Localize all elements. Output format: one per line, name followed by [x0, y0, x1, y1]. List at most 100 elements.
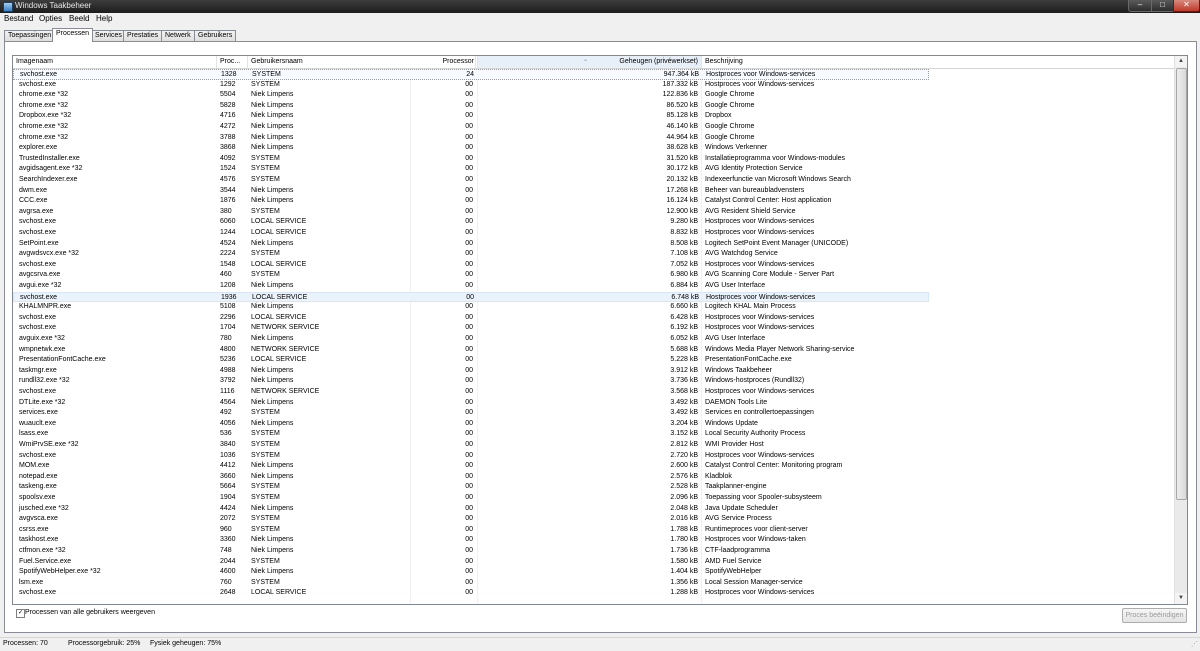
process-row[interactable]: dwm.exe 3544 Niek Limpens 00 17.268 kB Beheer…	[13, 186, 929, 197]
process-row[interactable]: CCC.exe 1876 Niek Limpens 00 16.124 kB Cataly…	[13, 196, 929, 207]
tab-services[interactable]: Services	[91, 30, 126, 41]
process-row[interactable]: svchost.exe 6060 LOCAL SERVICE 00 9.280 kB Ho…	[13, 217, 929, 228]
cell-description: Windows Media Player Network Sharing-ser…	[705, 345, 855, 353]
process-row[interactable]: avgwdsvcx.exe *32 2224 SYSTEM 00 7.108 kB AVG…	[13, 249, 929, 260]
process-row[interactable]: chrome.exe *32 3788 Niek Limpens 00 44.964 k…	[13, 133, 929, 144]
scroll-up-icon[interactable]: ▲	[1175, 56, 1187, 67]
end-process-button[interactable]: Proces beëindigen	[1122, 608, 1187, 623]
tab-users[interactable]: Gebruikers	[194, 30, 237, 41]
column-memory[interactable]: ⌄ Geheugen (privéwerkset)	[478, 56, 702, 68]
vertical-scrollbar[interactable]: ▲ ▼	[1174, 56, 1187, 604]
process-row[interactable]: services.exe 492 SYSTEM 00 3.492 kB Services …	[13, 408, 929, 419]
process-row[interactable]: notepad.exe 3660 Niek Limpens 00 2.576 kB Kla…	[13, 472, 929, 483]
process-row[interactable]: chrome.exe *32 5504 Niek Limpens 00 122.836 …	[13, 90, 929, 101]
process-row[interactable]: wmpnetwk.exe 4800 NETWORK SERVICE 00 5.688 k…	[13, 345, 929, 356]
cell-user-name: Niek Limpens	[251, 197, 294, 205]
process-row[interactable]: csrss.exe 960 SYSTEM 00 1.788 kB Runtimeproce…	[13, 525, 929, 536]
cell-user-name: Niek Limpens	[251, 547, 294, 554]
process-row[interactable]: avguix.exe *32 780 Niek Limpens 00 6.052 kB A…	[13, 334, 929, 345]
process-row[interactable]: svchost.exe 2648 LOCAL SERVICE 00 1.288 kB Ho…	[13, 588, 929, 599]
process-row[interactable]: chrome.exe *32 4272 Niek Limpens 00 46.140 k…	[13, 122, 929, 133]
cell-processor: 00	[465, 324, 473, 332]
cell-processor: 00	[465, 547, 473, 554]
process-row[interactable]: avgui.exe *32 1208 Niek Limpens 00 6.884 kB A…	[13, 281, 929, 292]
process-row[interactable]: svchost.exe 1704 NETWORK SERVICE 00 6.192 kB…	[13, 323, 929, 334]
menu-options[interactable]: Opties	[39, 14, 62, 23]
process-row[interactable]: svchost.exe 1244 LOCAL SERVICE 00 8.832 kB Ho…	[13, 228, 929, 239]
process-row[interactable]: SpotifyWebHelper.exe *32 4600 Niek Limpens…	[13, 567, 929, 578]
process-row[interactable]: jusched.exe *32 4424 Niek Limpens 00 2.048 k…	[13, 504, 929, 515]
process-row[interactable]: svchost.exe 1036 SYSTEM 00 2.720 kB Hostproce…	[13, 451, 929, 462]
process-row[interactable]: WmiPrvSE.exe *32 3840 SYSTEM 00 2.812 kB WMI …	[13, 440, 929, 451]
column-pid[interactable]: Proc...	[217, 56, 248, 68]
scrollbar-thumb[interactable]	[1176, 68, 1187, 500]
cell-image-name: explorer.exe	[19, 144, 58, 152]
cell-description: Windows Taakbeheer	[705, 366, 772, 374]
process-row[interactable]: DTLite.exe *32 4564 Niek Limpens 00 3.492 kB…	[13, 398, 929, 409]
process-row[interactable]: svchost.exe 1328 SYSTEM 24 947.364 kB Hostpro…	[13, 69, 929, 80]
tab-network[interactable]: Netwerk	[161, 30, 195, 41]
cell-pid: 1244	[220, 229, 236, 236]
cell-processor: 00	[465, 504, 473, 512]
process-row[interactable]: svchost.exe 1292 SYSTEM 00 187.332 kB Hostpro…	[13, 80, 929, 91]
process-row[interactable]: taskeng.exe 5664 SYSTEM 00 2.528 kB Taakplann…	[13, 482, 929, 493]
process-row[interactable]: avgcsrva.exe 460 SYSTEM 00 6.980 kB AVG Scann…	[13, 270, 929, 281]
column-header-row: Imagenaam Proc... Gebruikersnaam Process…	[13, 56, 1187, 69]
process-row[interactable]: wuauclt.exe 4056 Niek Limpens 00 3.204 kB Win…	[13, 419, 929, 430]
cell-description: AVG User Interface	[705, 335, 766, 342]
menu-view[interactable]: Beeld	[69, 14, 89, 23]
process-row[interactable]: svchost.exe 1936 LOCAL SERVICE 00 6.748 kB Ho…	[13, 291, 929, 303]
tab-performance[interactable]: Prestaties	[123, 30, 163, 41]
process-row[interactable]: KHALMNPR.exe 5108 Niek Limpens 00 6.660 kB Lo…	[13, 302, 929, 313]
scroll-down-icon[interactable]: ▼	[1175, 593, 1187, 604]
process-row[interactable]: SetPoint.exe 4524 Niek Limpens 00 8.508 kB Lo…	[13, 239, 929, 250]
process-row[interactable]: explorer.exe 3868 Niek Limpens 00 38.628 kB W…	[13, 143, 929, 154]
show-all-users-checkbox[interactable]: ✓	[16, 609, 25, 618]
cell-pid: 4056	[220, 419, 236, 427]
process-row[interactable]: PresentationFontCache.exe 5236 LOCAL SERVI…	[13, 355, 929, 366]
process-row[interactable]: lsass.exe 536 SYSTEM 00 3.152 kB Local Securi…	[13, 429, 929, 440]
process-row[interactable]: avgidsagent.exe *32 1524 SYSTEM 00 30.172 kB…	[13, 164, 929, 175]
cell-memory: 2.048 kB	[670, 504, 698, 512]
process-row[interactable]: taskhost.exe 3360 Niek Limpens 00 1.780 kB Ho…	[13, 535, 929, 546]
process-row[interactable]: svchost.exe 1548 LOCAL SERVICE 00 7.052 kB Ho…	[13, 260, 929, 271]
process-row[interactable]: Fuel.Service.exe 2044 SYSTEM 00 1.580 kB AMD …	[13, 557, 929, 568]
process-row[interactable]: chrome.exe *32 5828 Niek Limpens 00 86.520 k…	[13, 101, 929, 112]
process-row[interactable]: lsm.exe 760 SYSTEM 00 1.356 kB Local Session …	[13, 578, 929, 589]
close-button[interactable]: ✕	[1173, 0, 1200, 12]
resize-grip-icon[interactable]: ⋰	[1191, 640, 1198, 650]
process-row[interactable]: spoolsv.exe 1904 SYSTEM 00 2.096 kB Toepassin…	[13, 493, 929, 504]
cell-pid: 3788	[220, 133, 236, 141]
column-image-name[interactable]: Imagenaam	[13, 56, 217, 68]
column-processor[interactable]: Processor	[411, 56, 478, 68]
process-row[interactable]: avgrsa.exe 380 SYSTEM 00 12.900 kB AVG Reside…	[13, 207, 929, 218]
cell-image-name: ctfmon.exe *32	[19, 547, 66, 554]
cell-user-name: SYSTEM	[251, 430, 280, 438]
process-row[interactable]: MOM.exe 4412 Niek Limpens 00 2.600 kB Catalys…	[13, 461, 929, 472]
minimize-button[interactable]: –	[1128, 0, 1152, 12]
process-row[interactable]: rundll32.exe *32 3792 Niek Limpens 00 3.736 …	[13, 376, 929, 387]
tab-processes[interactable]: Processen	[52, 28, 94, 42]
process-row[interactable]: ctfmon.exe *32 748 Niek Limpens 00 1.736 kB C…	[13, 546, 929, 557]
column-description[interactable]: Beschrijving	[702, 56, 1175, 68]
process-row[interactable]: Dropbox.exe *32 4716 Niek Limpens 00 85.128 …	[13, 111, 929, 122]
tab-applications[interactable]: Toepassingen	[4, 30, 56, 41]
cell-pid: 1876	[220, 197, 236, 205]
cell-processor: 00	[465, 133, 473, 141]
menu-file[interactable]: Bestand	[4, 14, 33, 23]
process-row[interactable]: TrustedInstaller.exe 4092 SYSTEM 00 31.520 k…	[13, 154, 929, 165]
cell-image-name: SetPoint.exe	[19, 239, 59, 247]
process-row[interactable]: SearchIndexer.exe 4576 SYSTEM 00 20.132 kB In…	[13, 175, 929, 186]
process-row[interactable]: avgvsca.exe 2072 SYSTEM 00 2.016 kB AVG Servi…	[13, 514, 929, 525]
process-row[interactable]: taskmgr.exe 4988 Niek Limpens 00 3.912 kB Win…	[13, 366, 929, 377]
cell-pid: 4576	[220, 176, 236, 183]
cell-processor: 00	[465, 335, 473, 342]
process-row[interactable]: svchost.exe 1116 NETWORK SERVICE 00 3.568 kB…	[13, 387, 929, 398]
show-all-users-label[interactable]: Processen van alle gebruikers weergeven	[25, 608, 155, 618]
menu-help[interactable]: Help	[96, 14, 112, 23]
cell-image-name: avguix.exe *32	[19, 335, 65, 342]
process-row[interactable]: svchost.exe 2296 LOCAL SERVICE 00 6.428 kB Ho…	[13, 313, 929, 324]
process-list[interactable]: Imagenaam Proc... Gebruikersnaam Process…	[12, 55, 1188, 605]
cell-user-name: LOCAL SERVICE	[251, 589, 307, 597]
maximize-button[interactable]: □	[1151, 0, 1174, 12]
